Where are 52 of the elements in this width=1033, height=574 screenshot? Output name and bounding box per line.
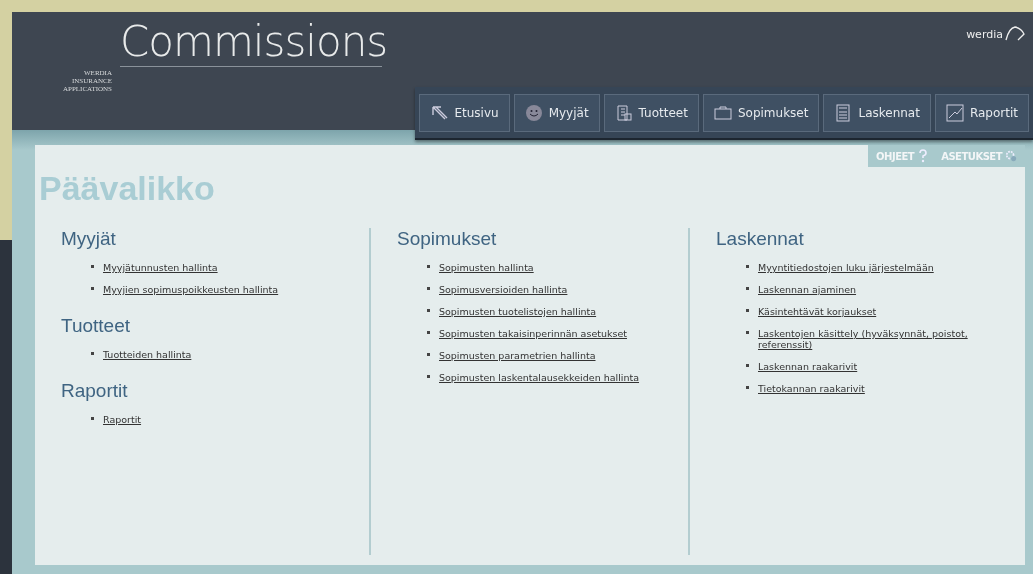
- section-heading: Sopimukset: [397, 228, 498, 250]
- chart-icon: [945, 103, 964, 122]
- menu-link[interactable]: Sopimusten tuotelistojen hallinta: [439, 306, 597, 317]
- section-heading: Raportit: [61, 380, 129, 402]
- nav-tab[interactable]: Tuotteet: [603, 93, 699, 132]
- bullet-icon: [91, 417, 94, 420]
- nav-tab[interactable]: Raportit: [934, 93, 1029, 132]
- menu-link[interactable]: Sopimusten hallinta: [439, 262, 534, 273]
- menu-link[interactable]: Raportit: [103, 414, 142, 425]
- menu-link[interactable]: Myyjätunnusten hallinta: [103, 262, 218, 273]
- menu-link[interactable]: Myyjien sopimuspoikkeusten hallinta: [103, 284, 279, 295]
- help-icon: [917, 149, 930, 163]
- bullet-icon: [91, 352, 94, 355]
- bullet-icon: [427, 331, 430, 334]
- bullet-icon: [746, 364, 749, 367]
- menu-link[interactable]: Käsintehtävät korjaukset: [758, 306, 877, 317]
- page-title: Päävalikko: [39, 169, 216, 208]
- bullet-icon: [91, 287, 94, 290]
- menu-link[interactable]: Sopimusversioiden hallinta: [439, 284, 568, 295]
- bullet-icon: [91, 265, 94, 268]
- menu-link[interactable]: Laskennan raakarivit: [758, 361, 858, 372]
- menu-link[interactable]: Myyntitiedostojen luku järjestelmään: [758, 262, 934, 273]
- section-heading: Tuotteet: [61, 315, 131, 337]
- section-heading: Myyjät: [61, 228, 117, 250]
- arrow-icon: [430, 103, 449, 122]
- document-icon: [614, 103, 633, 122]
- menu-link[interactable]: Tuotteiden hallinta: [103, 349, 192, 360]
- bullet-icon: [746, 331, 749, 334]
- bullet-icon: [746, 309, 749, 312]
- bullet-icon: [427, 309, 430, 312]
- bullet-icon: [746, 386, 749, 389]
- bullet-icon: [746, 287, 749, 290]
- bullet-icon: [427, 375, 430, 378]
- menu-link[interactable]: Tietokannan raakarivit: [758, 383, 865, 394]
- menu-link[interactable]: Sopimusten laskentalausekkeiden hallinta: [439, 372, 639, 383]
- bullet-icon: [427, 287, 430, 290]
- nav-tab[interactable]: Laskennat: [823, 93, 931, 132]
- company-logo[interactable]: werdia: [966, 24, 1025, 44]
- nav-tab[interactable]: Myyjät: [513, 93, 600, 132]
- bullet-icon: [427, 353, 430, 356]
- bullet-icon: [746, 265, 749, 268]
- section-heading: Laskennat: [716, 228, 805, 250]
- menu-link[interactable]: Laskennan ajaminen: [758, 284, 857, 295]
- nav-tab[interactable]: Etusivu: [419, 93, 510, 132]
- calculator-icon: [834, 103, 853, 122]
- menu-link[interactable]: Sopimusten parametrien hallinta: [439, 350, 596, 361]
- bullet-icon: [427, 265, 430, 268]
- smiley-icon: [524, 103, 543, 122]
- nav-tab[interactable]: Sopimukset: [702, 93, 820, 132]
- menu-link[interactable]: Sopimusten takaisinperinnän asetukset: [439, 328, 627, 339]
- briefcase-icon: [713, 103, 732, 122]
- menu-link[interactable]: Laskentojen käsittely (hyväksynnät, poistot, referenssit): [758, 328, 998, 350]
